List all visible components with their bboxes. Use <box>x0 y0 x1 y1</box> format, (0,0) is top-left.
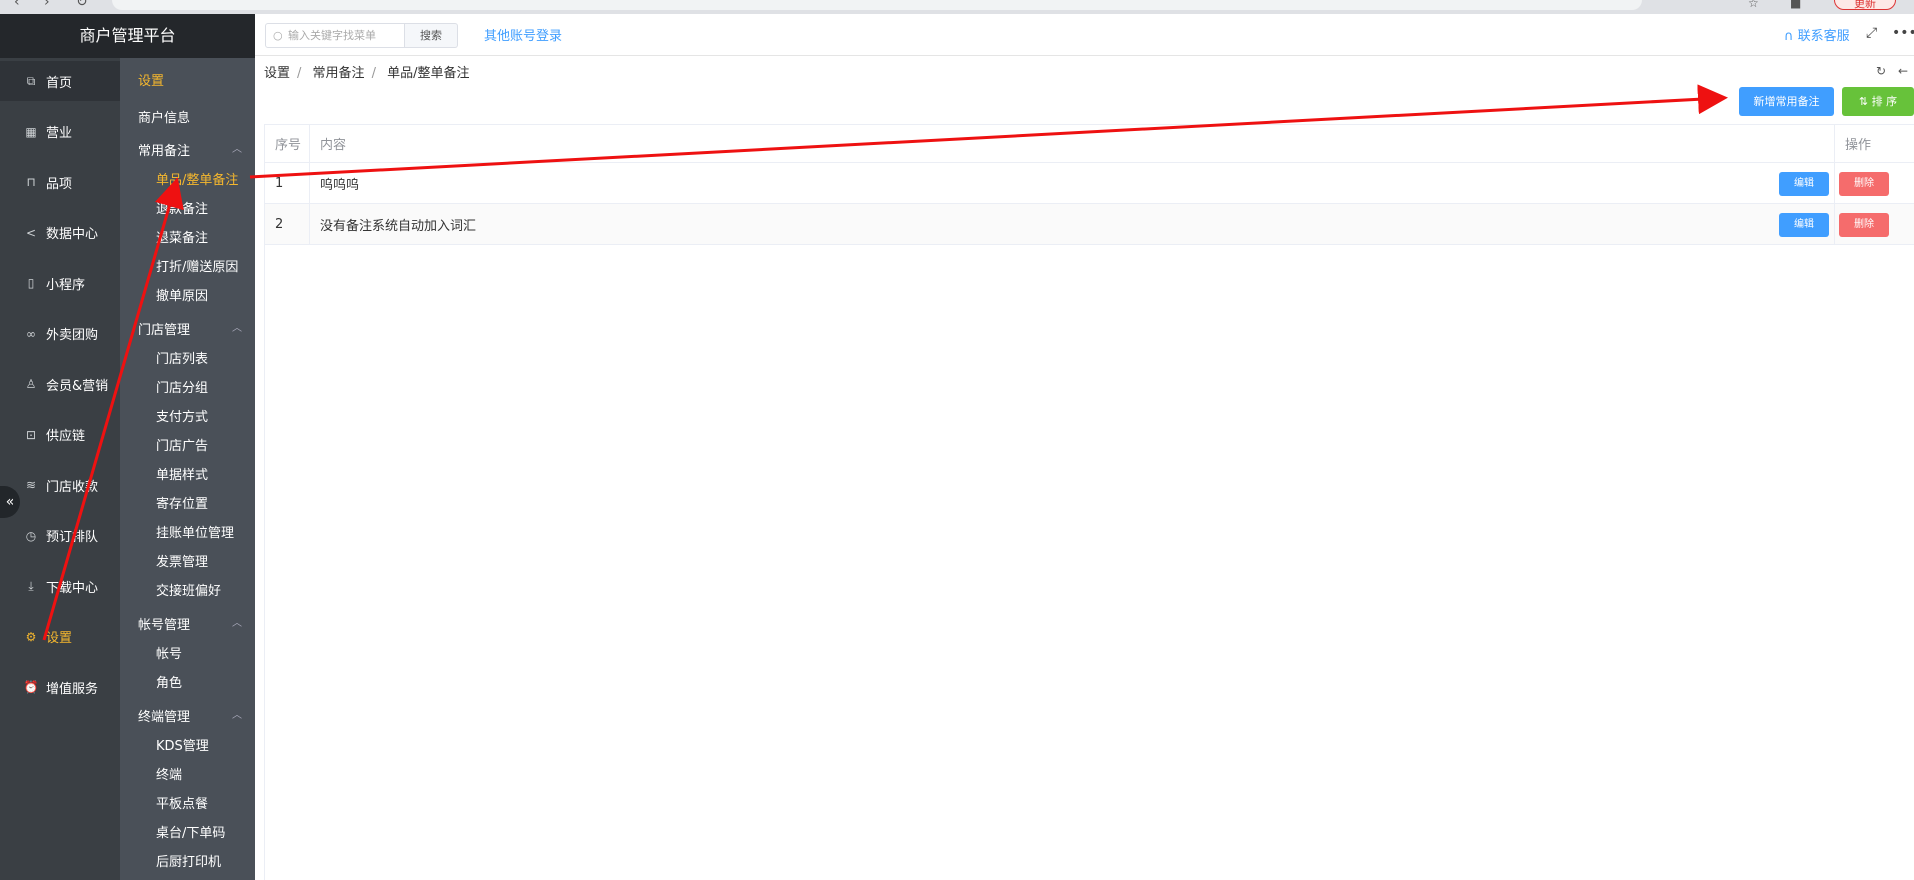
annotation-arrow-to-menu-item <box>42 177 184 641</box>
annotation-arrow-to-add-button <box>249 84 1728 179</box>
annotation-arrows <box>42 84 1728 641</box>
